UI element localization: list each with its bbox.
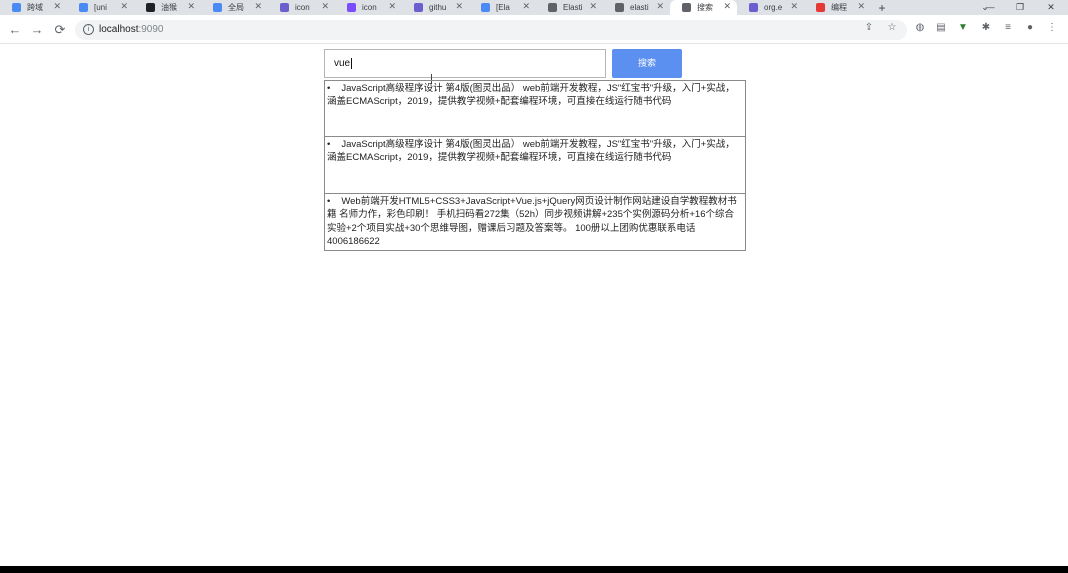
url-host: localhost (99, 24, 139, 35)
browser-tab[interactable]: 跨域 ✕ (0, 0, 67, 15)
tab-favicon-icon (481, 3, 490, 12)
browser-tab[interactable]: githu ✕ (402, 0, 469, 15)
text-caret (351, 57, 353, 69)
browser-tab[interactable]: elasti ✕ (603, 0, 670, 15)
browser-tab[interactable]: [uni ✕ (67, 0, 134, 15)
restore-icon[interactable]: ❐ (1005, 0, 1035, 15)
reload-icon[interactable]: ⟳ (51, 21, 69, 39)
tab-close-icon[interactable]: ✕ (790, 1, 798, 12)
tab-title: icon (362, 3, 377, 12)
tab-title: Elasti (563, 3, 583, 12)
tab-close-icon[interactable]: ✕ (455, 1, 463, 12)
url-text[interactable]: localhost:9090 (99, 24, 164, 35)
tab-close-icon[interactable]: ✕ (388, 1, 396, 12)
tab-title: 跨域 (27, 3, 43, 12)
tab-title: elasti (630, 3, 649, 12)
browser-tab[interactable]: org.e ✕ (737, 0, 804, 15)
extension-icon[interactable]: ◍ (914, 22, 926, 34)
tab-favicon-icon (682, 3, 691, 12)
tab-favicon-icon (79, 3, 88, 12)
extension-icon[interactable]: ▤ (935, 22, 947, 34)
puzzle-icon[interactable]: ✱ (980, 22, 992, 34)
tab-title: 全局 (228, 3, 244, 12)
tab-close-icon[interactable]: ✕ (321, 1, 329, 12)
tab-close-icon[interactable]: ✕ (254, 1, 262, 12)
result-text: Web前端开发HTML5+CSS3+JavaScript+Vue.js+jQue… (327, 196, 737, 247)
browser-tab[interactable]: icon ✕ (268, 0, 335, 15)
tab-close-icon[interactable]: ✕ (53, 1, 61, 12)
browser-tab[interactable]: 全局 ✕ (201, 0, 268, 15)
url-port: :9090 (138, 24, 164, 35)
result-text: JavaScript高级程序设计 第4版(图灵出品） web前端开发教程，JS"… (327, 139, 735, 164)
result-item[interactable]: • JavaScript高级程序设计 第4版(图灵出品） web前端开发教程，JS… (324, 137, 746, 194)
tab-close-icon[interactable]: ✕ (120, 1, 128, 12)
address-bar[interactable]: i localhost:9090 (75, 20, 907, 40)
result-item[interactable]: • JavaScript高级程序设计 第4版(图灵出品） web前端开发教程，JS… (324, 80, 746, 137)
menu-icon[interactable]: ⋮ (1046, 22, 1058, 34)
bookmark-star-icon[interactable]: ☆ (886, 22, 898, 34)
search-results-list: • JavaScript高级程序设计 第4版(图灵出品） web前端开发教程，JS… (324, 80, 746, 251)
tab-favicon-icon (548, 3, 557, 12)
site-info-icon[interactable]: i (83, 24, 94, 35)
vue-devtools-icon[interactable]: ▼ (957, 22, 969, 34)
tab-favicon-icon (12, 3, 21, 12)
tab-title: [Ela (496, 3, 510, 12)
tab-favicon-icon (280, 3, 289, 12)
tab-close-icon[interactable]: ✕ (723, 1, 731, 12)
tab-strip: 跨域 ✕ [uni ✕ 油猴 ✕ 全局 ✕ icon ✕ icon ✕ githu ✕ [Ela ✕ Elast… (0, 0, 1068, 15)
share-icon[interactable]: ⇪ (863, 22, 875, 34)
tab-title: 油猴 (161, 3, 177, 12)
browser-tab[interactable]: [Ela ✕ (469, 0, 536, 15)
tab-favicon-icon (615, 3, 624, 12)
tab-title: [uni (94, 3, 107, 12)
tab-favicon-icon (414, 3, 423, 12)
tab-close-icon[interactable]: ✕ (857, 1, 865, 12)
tab-close-icon[interactable]: ✕ (589, 1, 597, 12)
tab-title: 编程 (831, 3, 847, 12)
tab-title: org.e (764, 3, 783, 12)
browser-tab[interactable]: 编程 ✕ (804, 0, 871, 15)
tab-title: icon (295, 3, 310, 12)
minimize-icon[interactable]: — (975, 0, 1005, 15)
result-item[interactable]: • Web前端开发HTML5+CSS3+JavaScript+Vue.js+jQu… (324, 194, 746, 251)
tab-favicon-icon (146, 3, 155, 12)
browser-tab[interactable]: Elasti ✕ (536, 0, 603, 15)
bullet: • (327, 139, 331, 150)
tab-title: 搜索 (697, 3, 713, 12)
tab-close-icon[interactable]: ✕ (522, 1, 530, 12)
search-button[interactable]: 搜索 (612, 49, 682, 78)
browser-tab[interactable]: 油猴 ✕ (134, 0, 201, 15)
tab-close-icon[interactable]: ✕ (656, 1, 664, 12)
tab-favicon-icon (816, 3, 825, 12)
tab-close-icon[interactable]: ✕ (187, 1, 195, 12)
tab-favicon-icon (347, 3, 356, 12)
search-input[interactable]: vue (324, 49, 606, 78)
search-input-value: vue (334, 58, 351, 69)
tab-favicon-icon (213, 3, 222, 12)
close-window-icon[interactable]: ✕ (1036, 0, 1066, 15)
profile-icon[interactable]: ● (1024, 22, 1036, 34)
tab-title: githu (429, 3, 447, 12)
result-text: JavaScript高级程序设计 第4版(图灵出品） web前端开发教程，JS"… (327, 83, 735, 108)
back-icon[interactable]: ← (6, 21, 24, 39)
tab-favicon-icon (749, 3, 758, 12)
taskbar-edge (0, 566, 1068, 573)
forward-icon[interactable]: → (28, 21, 46, 39)
reading-list-icon[interactable]: ≡ (1002, 22, 1014, 34)
new-tab-button[interactable]: + (871, 1, 893, 15)
browser-tab[interactable]: icon ✕ (335, 0, 402, 15)
bullet: • (327, 83, 331, 94)
browser-tab[interactable]: 搜索 ✕ (670, 0, 737, 15)
bullet: • (327, 196, 331, 207)
browser-toolbar: ← → ⟳ i localhost:9090 (0, 15, 1068, 44)
